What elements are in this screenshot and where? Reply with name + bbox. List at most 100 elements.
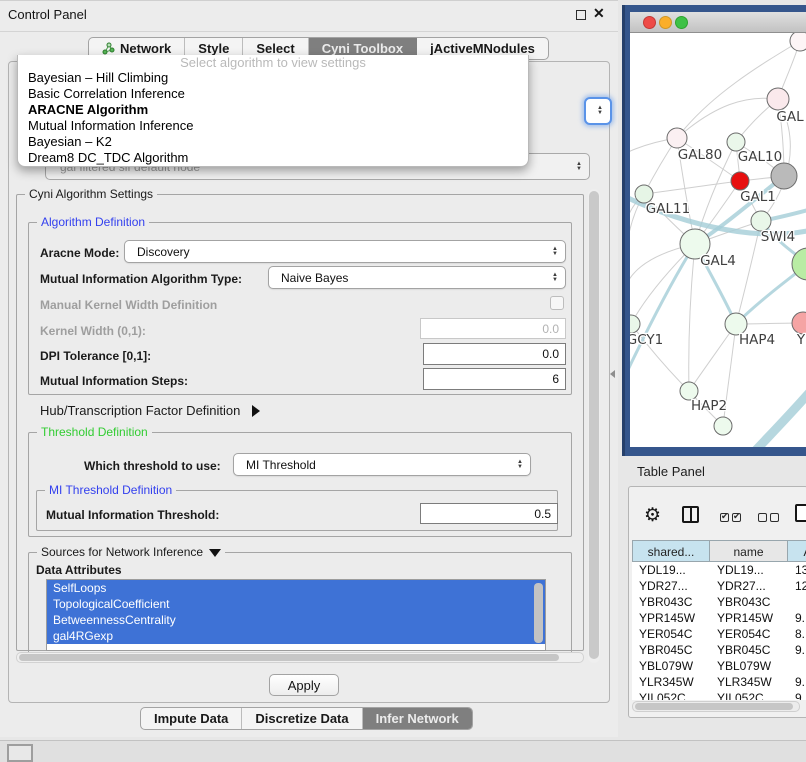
network-edge — [689, 244, 695, 391]
network-node[interactable] — [714, 417, 732, 435]
dropdown-item-dream8-dc-tdc-algorithm[interactable]: Dream8 DC_TDC Algorithm — [18, 150, 528, 166]
column-header-shared[interactable]: shared... — [632, 540, 710, 562]
attribute-item-topologicalcoefficient[interactable]: TopologicalCoefficient — [47, 596, 545, 612]
manual-kernel-checkbox[interactable] — [550, 296, 564, 310]
hub-section-label: Hub/Transcription Factor Definition — [40, 403, 240, 418]
table-cell: YPR145W — [710, 610, 788, 626]
table-hscroll-thumb[interactable] — [635, 703, 793, 710]
table-cell: YDL19... — [632, 562, 710, 578]
dpi-tolerance-label: DPI Tolerance [0,1]: — [40, 349, 151, 363]
tab-label: Style — [198, 41, 229, 56]
dropdown-item-bayesian-k2[interactable]: Bayesian – K2 — [18, 134, 528, 150]
network-node-swi4[interactable] — [751, 211, 771, 231]
network-node-label: GAL1 — [740, 189, 776, 205]
attribute-item-gal4rgexp[interactable]: gal4RGexp — [47, 628, 545, 644]
data-attributes-label: Data Attributes — [36, 563, 122, 577]
apply-button[interactable]: Apply — [269, 674, 339, 696]
network-node-gcy1[interactable] — [630, 315, 640, 333]
table-row[interactable]: YIL052CYIL052C9 — [632, 690, 806, 700]
stepper-arrows-icon: ▲▼ — [576, 162, 582, 172]
dropdown-item-mutual-information-inference[interactable]: Mutual Information Inference — [18, 118, 528, 134]
network-node[interactable] — [771, 163, 797, 189]
network-node-y[interactable] — [792, 312, 806, 334]
new-table-icon[interactable] — [795, 504, 806, 522]
tab-impute-data[interactable]: Impute Data — [141, 708, 242, 729]
network-node-label: GAL11 — [646, 201, 690, 217]
network-edge — [736, 221, 761, 324]
sources-expanded-icon[interactable] — [209, 549, 221, 557]
table-row[interactable]: YBR043CYBR043C — [632, 594, 806, 610]
table-cell: YDL19... — [710, 562, 788, 578]
gear-icon[interactable]: ⚙ — [644, 504, 661, 527]
splitter-collapse-icon[interactable] — [610, 370, 615, 378]
network-icon — [102, 42, 115, 55]
deselect-all-checkboxes-icon[interactable] — [758, 509, 782, 527]
attributes-list-scrollbar-thumb[interactable] — [534, 583, 543, 643]
network-graph: GALGAL80GAL10GAL1GAL11SWI4GAL4GCY1HAP4YH… — [630, 33, 806, 447]
zoom-traffic-light-icon[interactable] — [675, 16, 688, 29]
network-canvas[interactable]: GALGAL80GAL10GAL1GAL11SWI4GAL4GCY1HAP4YH… — [630, 33, 806, 447]
mi-threshold-input[interactable] — [420, 503, 558, 524]
dropdown-item-basic-correlation-inference[interactable]: Basic Correlation Inference — [18, 86, 528, 102]
network-node-gal80[interactable] — [667, 128, 687, 148]
select-all-checkboxes-icon[interactable] — [720, 509, 744, 527]
table-cell: YBR045C — [710, 642, 788, 658]
column-header-name[interactable]: name — [710, 540, 788, 562]
close-traffic-light-icon[interactable] — [643, 16, 656, 29]
table-cell: YBR045C — [632, 642, 710, 658]
table-row[interactable]: YDR27...YDR27...12 — [632, 578, 806, 594]
table-row[interactable]: YDL19...YDL19...13 — [632, 562, 806, 578]
tab-label: Network — [120, 41, 171, 56]
inference-algorithm-combo-end[interactable]: ▲▼ — [584, 97, 612, 125]
attribute-item-selfloops[interactable]: SelfLoops — [47, 580, 545, 596]
table-row[interactable]: YBL079WYBL079W — [632, 658, 806, 674]
table-row[interactable]: YBR045CYBR045C9. — [632, 642, 806, 658]
minimize-traffic-light-icon[interactable] — [659, 16, 672, 29]
mi-type-select[interactable]: Naive Bayes ▲▼ — [268, 266, 566, 289]
which-threshold-label: Which threshold to use: — [84, 459, 221, 473]
which-threshold-select[interactable]: MI Threshold ▲▼ — [233, 453, 531, 476]
columns-icon[interactable] — [682, 506, 699, 523]
dpi-tolerance-input[interactable] — [423, 343, 566, 365]
dropdown-item-aracne-algorithm[interactable]: ARACNE Algorithm — [18, 102, 528, 118]
network-node-gal[interactable] — [767, 88, 789, 110]
table-row[interactable]: YPR145WYPR145W9. — [632, 610, 806, 626]
table-cell: YLR345W — [632, 674, 710, 690]
dropdown-item-bayesian-hill-climbing[interactable]: Bayesian – Hill Climbing — [18, 70, 528, 86]
attribute-item-betweennesscentrality[interactable]: BetweennessCentrality — [47, 612, 545, 628]
table-cell: 13 — [788, 562, 806, 578]
settings-hscroll-thumb[interactable] — [19, 654, 559, 661]
tab-infer-network[interactable]: Infer Network — [363, 708, 472, 729]
network-node-label: GCY1 — [630, 332, 663, 348]
table-cell: YBR043C — [710, 594, 788, 610]
screen: Control Panel ✕ NetworkStyleSelectCyni T… — [0, 0, 806, 762]
column-header-a[interactable]: A — [788, 540, 806, 562]
table-row[interactable]: YLR345WYLR345W9. — [632, 674, 806, 690]
sources-title-text: Sources for Network Inference — [41, 545, 203, 559]
settings-vscroll-thumb[interactable] — [589, 191, 599, 659]
table-cell: YBL079W — [710, 658, 788, 674]
table-cell: 9. — [788, 674, 806, 690]
mi-threshold-definition-title: MI Threshold Definition — [45, 483, 176, 497]
table-row[interactable]: YER054CYER054C8. — [632, 626, 806, 642]
tab-label: Impute Data — [154, 711, 228, 726]
table-panel-toolbar: ⚙ — [632, 500, 804, 536]
float-window-icon[interactable] — [576, 10, 586, 20]
network-node[interactable] — [790, 33, 806, 51]
stepper-arrows-icon: ▲▼ — [517, 460, 523, 470]
minimized-panel-icon[interactable] — [7, 744, 33, 762]
network-node-label: HAP2 — [691, 398, 727, 414]
mi-steps-input[interactable] — [423, 368, 566, 390]
close-icon[interactable]: ✕ — [593, 5, 605, 22]
algorithm-dropdown-items: Bayesian – Hill ClimbingBasic Correlatio… — [18, 70, 528, 166]
table-cell: YBR043C — [632, 594, 710, 610]
aracne-mode-select[interactable]: Discovery ▲▼ — [124, 240, 566, 263]
network-node-gal1[interactable] — [731, 172, 749, 190]
tab-discretize-data[interactable]: Discretize Data — [242, 708, 362, 729]
data-attributes-list[interactable]: SelfLoopsTopologicalCoefficientBetweenne… — [46, 579, 546, 651]
which-threshold-value: MI Threshold — [246, 458, 316, 472]
network-node-label: GAL80 — [678, 147, 722, 163]
hub-section-toggle[interactable]: Hub/Transcription Factor Definition — [40, 403, 260, 418]
table-cell: YLR345W — [710, 674, 788, 690]
kernel-width-input[interactable] — [420, 318, 566, 339]
